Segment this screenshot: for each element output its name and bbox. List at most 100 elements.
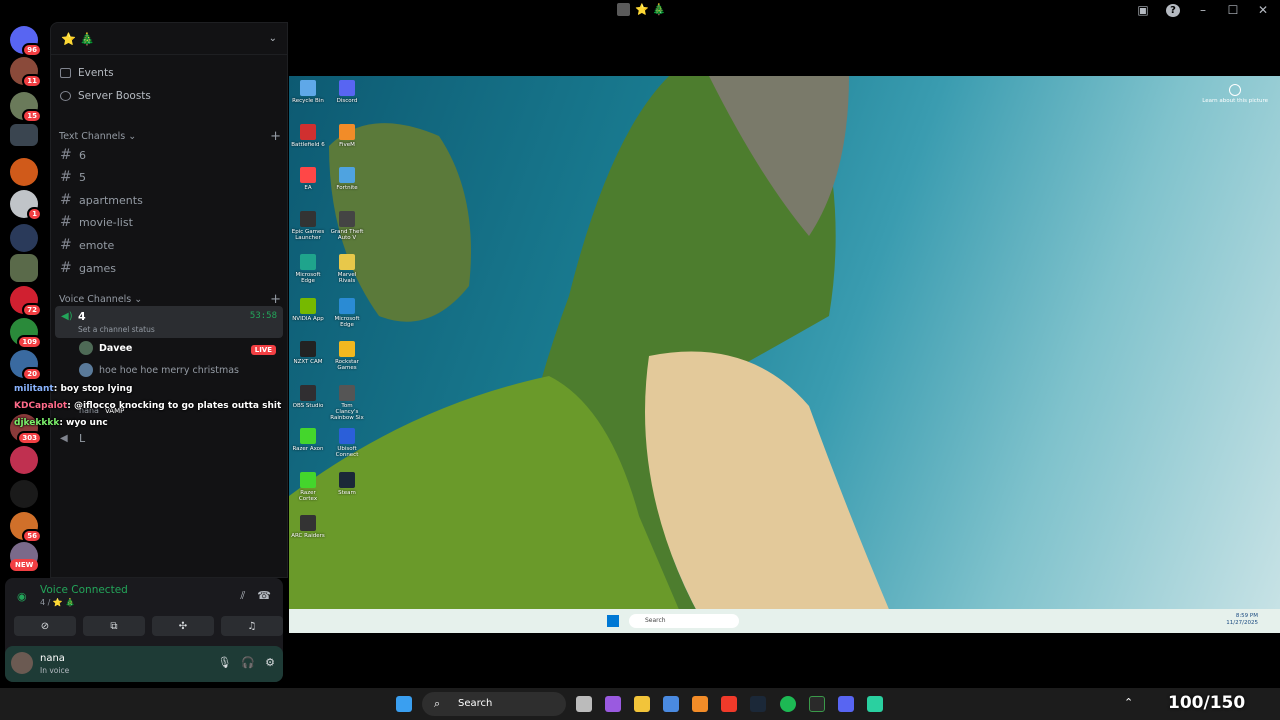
server-icon[interactable]: 109 xyxy=(10,318,42,349)
voice-connected-title[interactable]: Voice Connected xyxy=(40,584,128,596)
help-icon[interactable]: ? xyxy=(1166,3,1180,17)
desktop-icon-label: Recycle Bin xyxy=(292,98,324,104)
text-channels-category[interactable]: Text Channels ⌄ + xyxy=(59,129,281,144)
store-icon[interactable] xyxy=(663,696,679,712)
soundboard-button[interactable]: ♫ xyxy=(221,616,283,636)
desktop-icon[interactable]: ARC Raiders xyxy=(291,515,325,539)
server-rail: 96 11 15 1 72 109 20 303 56 NEW xyxy=(0,22,48,580)
channel-item[interactable]: #5 xyxy=(60,169,86,185)
add-channel-icon[interactable]: + xyxy=(270,129,281,144)
server-icon[interactable] xyxy=(10,254,38,282)
hash-icon: # xyxy=(60,147,72,163)
server-icon[interactable]: 56 xyxy=(10,512,42,543)
inbox-icon[interactable]: ▣ xyxy=(1136,3,1150,17)
brave-icon[interactable] xyxy=(721,696,737,712)
settings-gear-icon[interactable]: ⚙ xyxy=(265,656,275,669)
wallpaper-cliffs xyxy=(289,76,899,633)
desktop-icon[interactable]: OBS Studio xyxy=(291,384,325,409)
server-icon[interactable] xyxy=(10,158,38,186)
maximize-button[interactable]: ☐ xyxy=(1226,3,1240,17)
desktop-icon[interactable]: Discord xyxy=(330,80,364,104)
learn-about-picture[interactable]: Learn about this picture xyxy=(1202,84,1268,104)
chevron-down-icon: ⌄ xyxy=(268,33,277,44)
desktop-icon[interactable]: Recycle Bin xyxy=(291,80,325,104)
chevron-up-icon[interactable]: ⌃ xyxy=(1124,696,1133,709)
desktop-icon-label: Discord xyxy=(336,98,358,104)
app-icon xyxy=(339,167,355,183)
server-icon[interactable] xyxy=(10,124,38,146)
app-icon xyxy=(300,80,316,96)
windows-start-icon[interactable] xyxy=(396,696,412,712)
app-icon xyxy=(300,515,316,531)
desktop-icon[interactable]: Razer Cortex xyxy=(291,471,325,502)
desktop-icon[interactable]: Ubisoft Connect xyxy=(330,428,364,458)
server-icon[interactable]: 1 xyxy=(10,190,42,221)
trophy-icon[interactable] xyxy=(10,480,38,508)
server-header[interactable]: ⭐ 🎄 ⌄ xyxy=(51,23,287,55)
headphones-icon[interactable]: 🎧 xyxy=(241,656,255,669)
channel-item[interactable]: # movie-list xyxy=(60,214,133,230)
desktop-icon[interactable]: Epic Games Launcher xyxy=(291,210,325,241)
desktop-icon[interactable]: EA xyxy=(291,167,325,191)
server-boosts-link[interactable]: Server Boosts xyxy=(60,90,151,102)
voice-channel-item[interactable]: ◀ L xyxy=(60,432,85,445)
desktop-icon[interactable]: Rockstar Games xyxy=(330,341,364,371)
voice-connected-subtitle[interactable]: 4 / ⭐ 🎄 xyxy=(40,598,75,607)
desktop-icon[interactable]: Marvel Rivals xyxy=(330,254,364,284)
taskbar-search[interactable]: ⌕ Search xyxy=(422,692,566,716)
desktop-icon[interactable]: Razer Axon xyxy=(291,428,325,452)
voice-channels-category[interactable]: Voice Channels ⌄ + xyxy=(59,292,281,307)
server-icon[interactable] xyxy=(10,446,38,474)
hash-icon: # xyxy=(60,237,72,253)
server-icon[interactable]: 11 xyxy=(10,57,42,88)
direct-messages-icon[interactable]: 96 xyxy=(10,26,42,57)
channel-item[interactable]: # games xyxy=(60,260,116,276)
desktop-icon-label: Steam xyxy=(338,489,356,496)
channel-item[interactable]: #6 xyxy=(60,147,86,163)
noise-suppression-icon[interactable]: ⫽ xyxy=(240,589,245,603)
desktop-icon[interactable]: NZXT CAM xyxy=(291,341,325,365)
desktop-icon[interactable]: Microsoft Edge xyxy=(291,254,325,284)
spotify-icon[interactable] xyxy=(780,696,796,712)
add-channel-icon[interactable]: + xyxy=(270,292,281,307)
desktop-icon[interactable]: NVIDIA App xyxy=(291,297,325,322)
xbox-icon[interactable] xyxy=(809,696,825,712)
channel-status[interactable]: Set a channel status xyxy=(78,325,155,334)
copilot-icon[interactable] xyxy=(605,696,621,712)
server-icon[interactable]: 72 xyxy=(10,286,42,317)
steam-icon[interactable] xyxy=(750,696,766,712)
camera-off-button[interactable]: ⊘ xyxy=(14,616,76,636)
desktop-icon[interactable]: Battlefield 6 xyxy=(291,123,325,148)
microphone-icon[interactable]: 🎙 xyxy=(217,656,231,669)
desktop-icon[interactable]: Grand Theft Auto V xyxy=(330,210,364,241)
fivem-icon[interactable] xyxy=(692,696,708,712)
stream-view[interactable]: Recycle Bin Discord Battlefield 6 FiveM EA Fo… xyxy=(289,76,1280,633)
score-overlay: 100/150 xyxy=(1168,693,1246,713)
server-icon[interactable]: 15 xyxy=(10,92,42,123)
desktop-icon[interactable]: FiveM xyxy=(330,123,364,148)
discord-icon[interactable] xyxy=(838,696,854,712)
screen-share-button[interactable]: ⧉ xyxy=(83,616,145,636)
channel-item[interactable]: # emote xyxy=(60,237,114,253)
activities-button[interactable]: ✣ xyxy=(152,616,214,636)
voice-user[interactable]: hoe hoe hoe merry christmas xyxy=(79,363,239,377)
app-icon xyxy=(339,297,355,314)
events-link[interactable]: Events xyxy=(60,67,114,79)
desktop-icon[interactable]: Fortnite xyxy=(330,167,364,191)
minimize-button[interactable]: – xyxy=(1196,3,1210,17)
app-icon xyxy=(300,210,316,227)
desktop-icon[interactable]: Microsoft Edge xyxy=(330,297,364,328)
task-view-icon[interactable] xyxy=(576,696,592,712)
server-icon[interactable] xyxy=(10,224,38,252)
app-icon[interactable] xyxy=(867,696,883,712)
channel-item[interactable]: # apartments xyxy=(60,192,143,208)
close-button[interactable]: ✕ xyxy=(1256,3,1270,17)
voice-user[interactable]: Davee xyxy=(79,341,132,355)
desktop-icon[interactable]: Tom Clancy's Rainbow Six xyxy=(330,384,364,421)
server-icon[interactable]: 20 xyxy=(10,350,42,381)
avatar[interactable] xyxy=(11,652,33,674)
file-explorer-icon[interactable] xyxy=(634,696,650,712)
disconnect-icon[interactable]: ☎ xyxy=(257,589,271,603)
voice-channel-selected[interactable]: ◀) 4 53:58 Set a channel status xyxy=(55,306,283,338)
desktop-icon[interactable]: Steam xyxy=(330,471,364,496)
